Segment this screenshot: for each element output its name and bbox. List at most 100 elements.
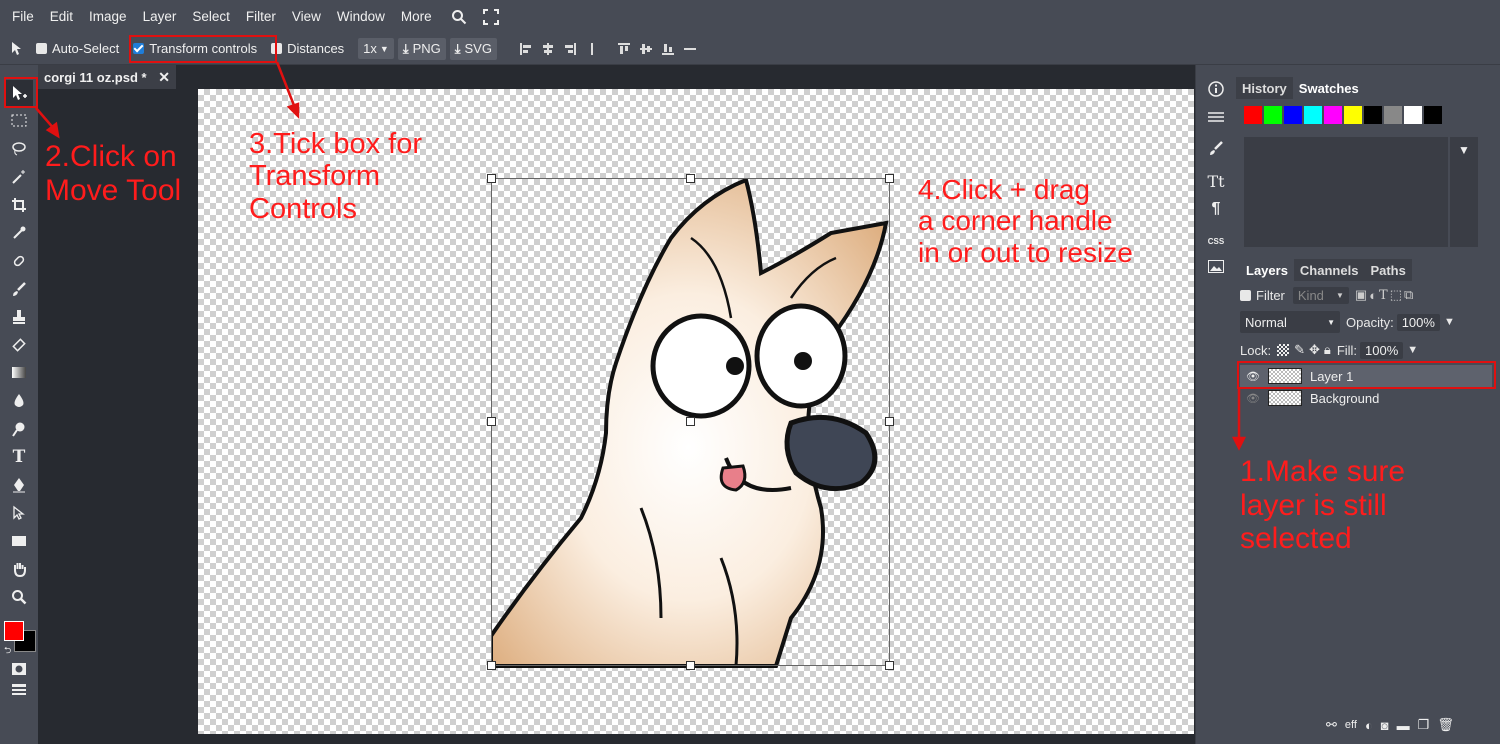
export-svg-button[interactable]: ⤓ SVG [449,37,497,60]
menu-view[interactable]: View [284,9,329,24]
delete-layer-icon[interactable]: 🗑︎ [1437,717,1454,733]
distribute-h-icon[interactable] [581,39,603,59]
distribute-v-icon[interactable] [679,39,701,59]
eyedropper-icon[interactable] [5,220,33,246]
adjustments-icon[interactable] [1204,105,1228,129]
layer-row-background[interactable]: 👁︎ Background [1240,387,1492,409]
menu-file[interactable]: File [4,9,42,24]
gradient-tool-icon[interactable] [5,360,33,386]
path-select-icon[interactable] [5,500,33,526]
align-bottom-icon[interactable] [657,39,679,59]
auto-select-checkbox[interactable]: Auto-Select [36,41,119,56]
blur-tool-icon[interactable] [5,388,33,414]
document-tab[interactable]: corgi 11 oz.psd * ✕ [38,65,176,89]
foreground-color-swatch[interactable] [4,621,24,641]
chevron-down-icon[interactable]: ▼ [1444,316,1455,328]
lock-all-icon[interactable]: 🔒︎ [1324,342,1331,358]
filter-type-icon[interactable]: T [1379,288,1388,303]
paragraph-icon[interactable]: ¶ [1204,197,1228,221]
lock-move-icon[interactable]: ✥ [1309,342,1320,358]
transform-handle-bottom-right[interactable] [885,661,894,670]
transform-handle-middle-right[interactable] [885,417,894,426]
layer-effects-button[interactable]: eff [1345,719,1357,731]
kind-dropdown[interactable]: Kind ▼ [1292,286,1349,304]
swatch[interactable] [1424,106,1442,124]
chevron-down-icon[interactable]: ▼ [1407,344,1418,356]
close-icon[interactable]: ✕ [158,69,170,86]
swatch[interactable] [1304,106,1322,124]
type-tool-icon[interactable]: T [5,444,33,470]
swatch[interactable] [1244,106,1262,124]
lock-transparency-icon[interactable] [1277,344,1290,356]
pen-tool-icon[interactable] [5,472,33,498]
lock-paint-icon[interactable]: ✎ [1294,342,1305,358]
transform-handle-top-left[interactable] [487,174,496,183]
zoom-tool-icon[interactable] [5,584,33,610]
menu-select[interactable]: Select [184,9,238,24]
transform-handle-bottom-left[interactable] [487,661,496,670]
eye-icon[interactable]: 👁︎ [1246,392,1260,405]
tab-paths[interactable]: Paths [1364,259,1412,281]
tab-channels[interactable]: Channels [1293,259,1365,281]
transform-handle-top-right[interactable] [885,174,894,183]
tab-history[interactable]: History [1236,77,1293,99]
align-left-icon[interactable] [515,39,537,59]
image-icon[interactable] [1204,255,1228,279]
filter-adjust-icon[interactable]: ◐ [1369,288,1377,303]
menu-more[interactable]: More [393,9,440,24]
transform-handle-bottom-center[interactable] [686,661,695,670]
new-layer-icon[interactable]: ❐ [1418,717,1430,733]
css-icon[interactable]: CSS [1204,229,1228,253]
opacity-input[interactable]: 100% [1396,313,1440,331]
align-middle-icon[interactable] [635,39,657,59]
align-right-icon[interactable] [559,39,581,59]
export-png-button[interactable]: ⤓ PNG [397,37,446,60]
lasso-tool-icon[interactable] [5,136,33,162]
fullscreen-icon[interactable] [478,7,504,27]
menu-edit[interactable]: Edit [42,9,81,24]
menu-window[interactable]: Window [329,9,393,24]
rectangle-tool-icon[interactable] [5,528,33,554]
tab-layers[interactable]: Layers [1240,259,1294,281]
new-group-icon[interactable]: ▬ [1397,718,1410,733]
transform-handle-top-center[interactable] [686,174,695,183]
menu-filter[interactable]: Filter [238,9,284,24]
swatch[interactable] [1364,106,1382,124]
swatch[interactable] [1404,106,1422,124]
swatch[interactable] [1384,106,1402,124]
align-center-h-icon[interactable] [537,39,559,59]
brush-tool-icon[interactable] [5,276,33,302]
distances-checkbox[interactable]: Distances [271,41,344,56]
eraser-tool-icon[interactable] [5,332,33,358]
swatch[interactable] [1344,106,1362,124]
swatch[interactable] [1284,106,1302,124]
filter-checkbox[interactable] [1240,289,1251,301]
crop-tool-icon[interactable] [5,192,33,218]
layer-mask-icon[interactable]: ◙ [1381,718,1389,733]
filter-shape-icon[interactable]: ⬚ [1390,287,1402,303]
character-icon[interactable]: Tt [1204,169,1228,193]
fill-input[interactable]: 100% [1360,341,1404,359]
swatches-scrollbar[interactable]: ▼ [1448,137,1478,247]
search-icon[interactable] [446,7,472,27]
blend-mode-dropdown[interactable]: Normal ▼ [1240,311,1340,333]
menu-image[interactable]: Image [81,9,135,24]
filter-smart-icon[interactable]: ⧉ [1404,287,1413,303]
link-layers-icon[interactable]: ⚯ [1326,717,1337,733]
healing-brush-icon[interactable] [5,248,33,274]
adjustment-layer-icon[interactable]: ◐ [1365,718,1373,733]
transform-handle-middle-left[interactable] [487,417,496,426]
dodge-tool-icon[interactable] [5,416,33,442]
swatch[interactable] [1264,106,1282,124]
hand-tool-icon[interactable] [5,556,33,582]
align-top-icon[interactable] [613,39,635,59]
info-icon[interactable] [1204,77,1228,101]
marquee-tool-icon[interactable] [5,108,33,134]
stamp-tool-icon[interactable] [5,304,33,330]
menu-layer[interactable]: Layer [135,9,185,24]
filter-pixel-icon[interactable]: ▣ [1355,287,1367,303]
screen-mode-icon[interactable] [5,677,33,703]
zoom-dropdown[interactable]: 1x ▼ [358,38,394,59]
brush-settings-icon[interactable] [1204,137,1228,161]
transform-handle-center[interactable] [686,417,695,426]
